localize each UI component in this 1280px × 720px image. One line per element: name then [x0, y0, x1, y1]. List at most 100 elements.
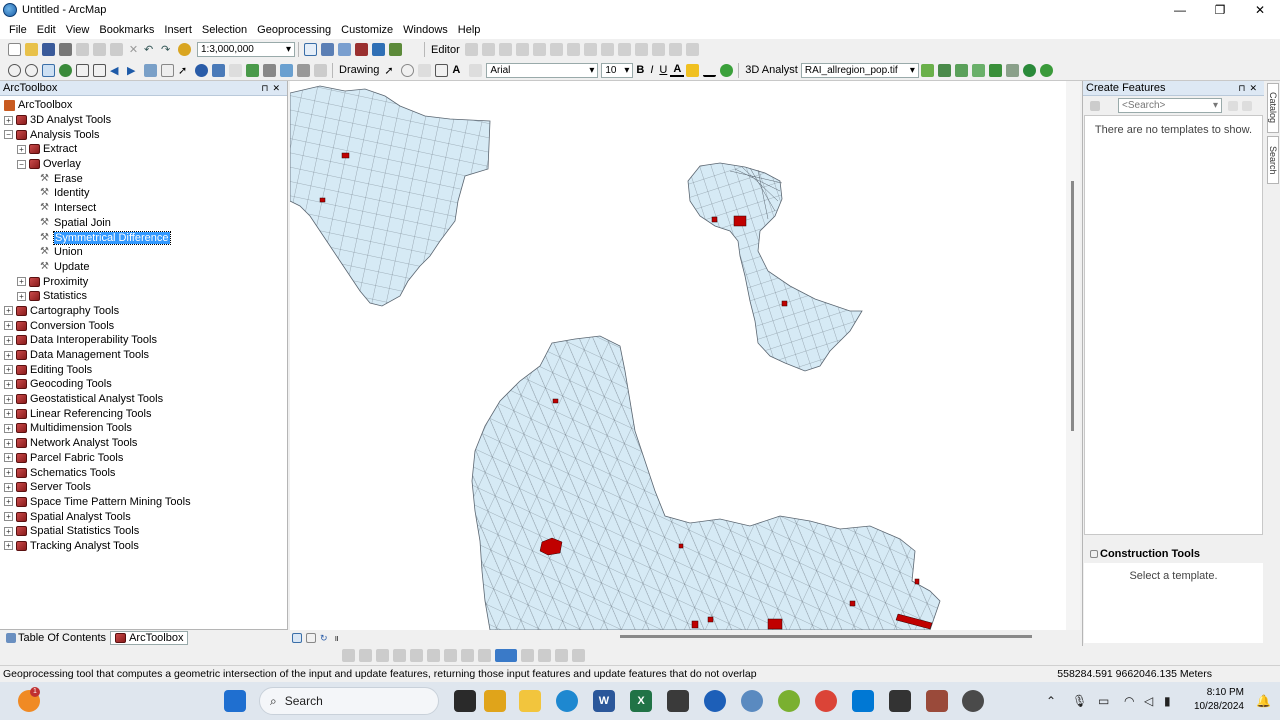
editor-menu[interactable]: Editor — [428, 44, 463, 56]
arcscene-icon[interactable] — [1022, 63, 1036, 77]
italic-button[interactable]: I — [647, 64, 656, 76]
expand-icon[interactable]: + — [4, 512, 13, 522]
copy-icon[interactable] — [93, 43, 106, 56]
pan-layout-icon[interactable] — [376, 649, 389, 662]
tree-row[interactable]: + Statistics — [0, 289, 287, 304]
settings-app-icon[interactable] — [962, 690, 984, 712]
forward-arrow-icon[interactable]: ▶ — [127, 64, 140, 77]
excel-icon[interactable]: X — [630, 690, 652, 712]
go-to-xy-icon[interactable] — [280, 63, 293, 77]
tree-row[interactable]: − Overlay — [0, 157, 287, 172]
tree-row[interactable]: + Data Interoperability Tools — [0, 333, 287, 348]
tree-row[interactable]: + Conversion Tools — [0, 318, 287, 333]
tree-row[interactable]: ⚒ Symmetrical Difference — [0, 230, 287, 245]
edit-tool-icon[interactable] — [464, 43, 478, 56]
steepest-path-icon[interactable] — [937, 63, 951, 77]
expand-icon[interactable]: + — [4, 453, 13, 463]
expand-icon[interactable]: + — [17, 291, 26, 301]
identify-icon[interactable] — [195, 63, 208, 77]
tree-row[interactable]: + Network Analyst Tools — [0, 436, 287, 451]
font-color-button[interactable]: A — [670, 63, 685, 77]
rectangle-icon[interactable] — [435, 63, 449, 77]
refresh-icon[interactable]: ↻ — [320, 633, 330, 643]
tree-row[interactable]: + Multidimension Tools — [0, 421, 287, 436]
bold-button[interactable]: B — [633, 64, 647, 76]
maximize-button[interactable]: ❐ — [1200, 0, 1240, 20]
clear-search-icon[interactable] — [1228, 100, 1238, 111]
tree-row[interactable]: + Data Management Tools — [0, 348, 287, 363]
tab-catalog[interactable]: Catalog — [1267, 83, 1279, 133]
menu-selection[interactable]: Selection — [197, 24, 252, 36]
line-color-icon[interactable] — [703, 64, 717, 77]
tab-search[interactable]: Search — [1267, 136, 1279, 184]
fixed-zoom-out-icon[interactable] — [93, 63, 106, 77]
interpolate-line-icon[interactable] — [988, 63, 1002, 77]
task-view-icon[interactable] — [454, 690, 476, 712]
tree-row[interactable]: + Cartography Tools — [0, 304, 287, 319]
taskbar-clock[interactable]: 8:10 PM 10/28/2024 — [1194, 686, 1244, 714]
drawing-menu[interactable]: Drawing — [336, 64, 382, 76]
expand-icon[interactable]: + — [4, 365, 13, 375]
highlight-polygon[interactable] — [319, 197, 326, 203]
tree-row[interactable]: + Space Time Pattern Mining Tools — [0, 495, 287, 510]
editor-toolbar-icon[interactable] — [304, 43, 317, 56]
chrome-icon[interactable] — [815, 690, 837, 712]
highlight-polygon[interactable] — [341, 152, 350, 159]
tree-row[interactable]: + Editing Tools — [0, 362, 287, 377]
vscode-icon[interactable] — [852, 690, 874, 712]
text-tool-icon[interactable]: A — [452, 64, 465, 77]
python-window-icon[interactable] — [372, 43, 385, 56]
highlight-polygon[interactable] — [849, 600, 856, 607]
windows-start-icon[interactable] — [224, 690, 246, 712]
zoom-percent-combo[interactable] — [495, 649, 517, 662]
viewer-window-icon[interactable] — [314, 63, 327, 77]
template-search-input[interactable]: <Search> ▾ — [1118, 98, 1222, 113]
straight-segment-icon[interactable] — [498, 43, 512, 56]
zoom-to-selected-elements-icon[interactable] — [418, 63, 432, 77]
expand-icon[interactable]: + — [4, 394, 13, 404]
previous-extent-layout-icon[interactable] — [461, 649, 474, 662]
full-extent-icon[interactable] — [59, 63, 72, 77]
menu-customize[interactable]: Customize — [336, 24, 398, 36]
tree-row[interactable]: + Linear Referencing Tools — [0, 406, 287, 421]
edge-browser-icon[interactable] — [556, 690, 578, 712]
arctoolbox-icon[interactable] — [355, 43, 368, 56]
close-panel-icon[interactable]: ✕ — [272, 83, 284, 93]
expand-icon[interactable]: + — [4, 115, 13, 125]
highlight-polygon[interactable] — [678, 543, 684, 549]
zoom-in-layout-icon[interactable] — [342, 649, 355, 662]
expand-icon[interactable]: + — [4, 482, 13, 492]
tree-row[interactable]: + Parcel Fabric Tools — [0, 451, 287, 466]
battery-icon[interactable]: ▭ — [1098, 694, 1109, 708]
expand-icon[interactable]: + — [4, 321, 13, 331]
profile-graph-icon[interactable] — [1005, 63, 1019, 77]
region-northwest[interactable] — [290, 85, 491, 307]
tree-row[interactable]: + Geocoding Tools — [0, 377, 287, 392]
expand-icon[interactable]: + — [4, 497, 13, 507]
sketch-properties-icon[interactable] — [668, 43, 682, 56]
expand-icon[interactable]: + — [4, 423, 13, 433]
edge-dev-icon[interactable] — [704, 690, 726, 712]
highlight-polygon[interactable] — [711, 216, 718, 223]
back-arrow-icon[interactable]: ◀ — [110, 64, 123, 77]
show-hidden-icons[interactable]: ⌃ — [1046, 694, 1056, 708]
tree-row[interactable]: + Proximity — [0, 274, 287, 289]
highlight-polygon[interactable] — [691, 620, 699, 629]
catalog-icon[interactable] — [338, 43, 351, 56]
find-icon[interactable] — [263, 63, 276, 77]
delete-icon[interactable]: ✕ — [127, 43, 140, 56]
split-icon[interactable] — [617, 43, 631, 56]
time-slider-icon[interactable] — [297, 63, 310, 77]
minimize-button[interactable]: — — [1160, 0, 1200, 20]
menu-geoprocessing[interactable]: Geoprocessing — [252, 24, 336, 36]
close-panel-icon[interactable]: ✕ — [1249, 83, 1261, 93]
font-size-combo[interactable]: 10 ▾ — [601, 62, 634, 78]
expand-icon[interactable]: + — [4, 468, 13, 478]
undo-icon[interactable]: ↶ — [144, 43, 157, 56]
expand-icon[interactable]: + — [4, 438, 13, 448]
microphone-icon[interactable]: 🎙 — [1072, 694, 1087, 708]
data-view-icon[interactable] — [292, 632, 302, 643]
menu-view[interactable]: View — [61, 24, 95, 36]
line-of-sight-icon[interactable] — [954, 63, 968, 77]
game-app-icon[interactable] — [889, 690, 911, 712]
